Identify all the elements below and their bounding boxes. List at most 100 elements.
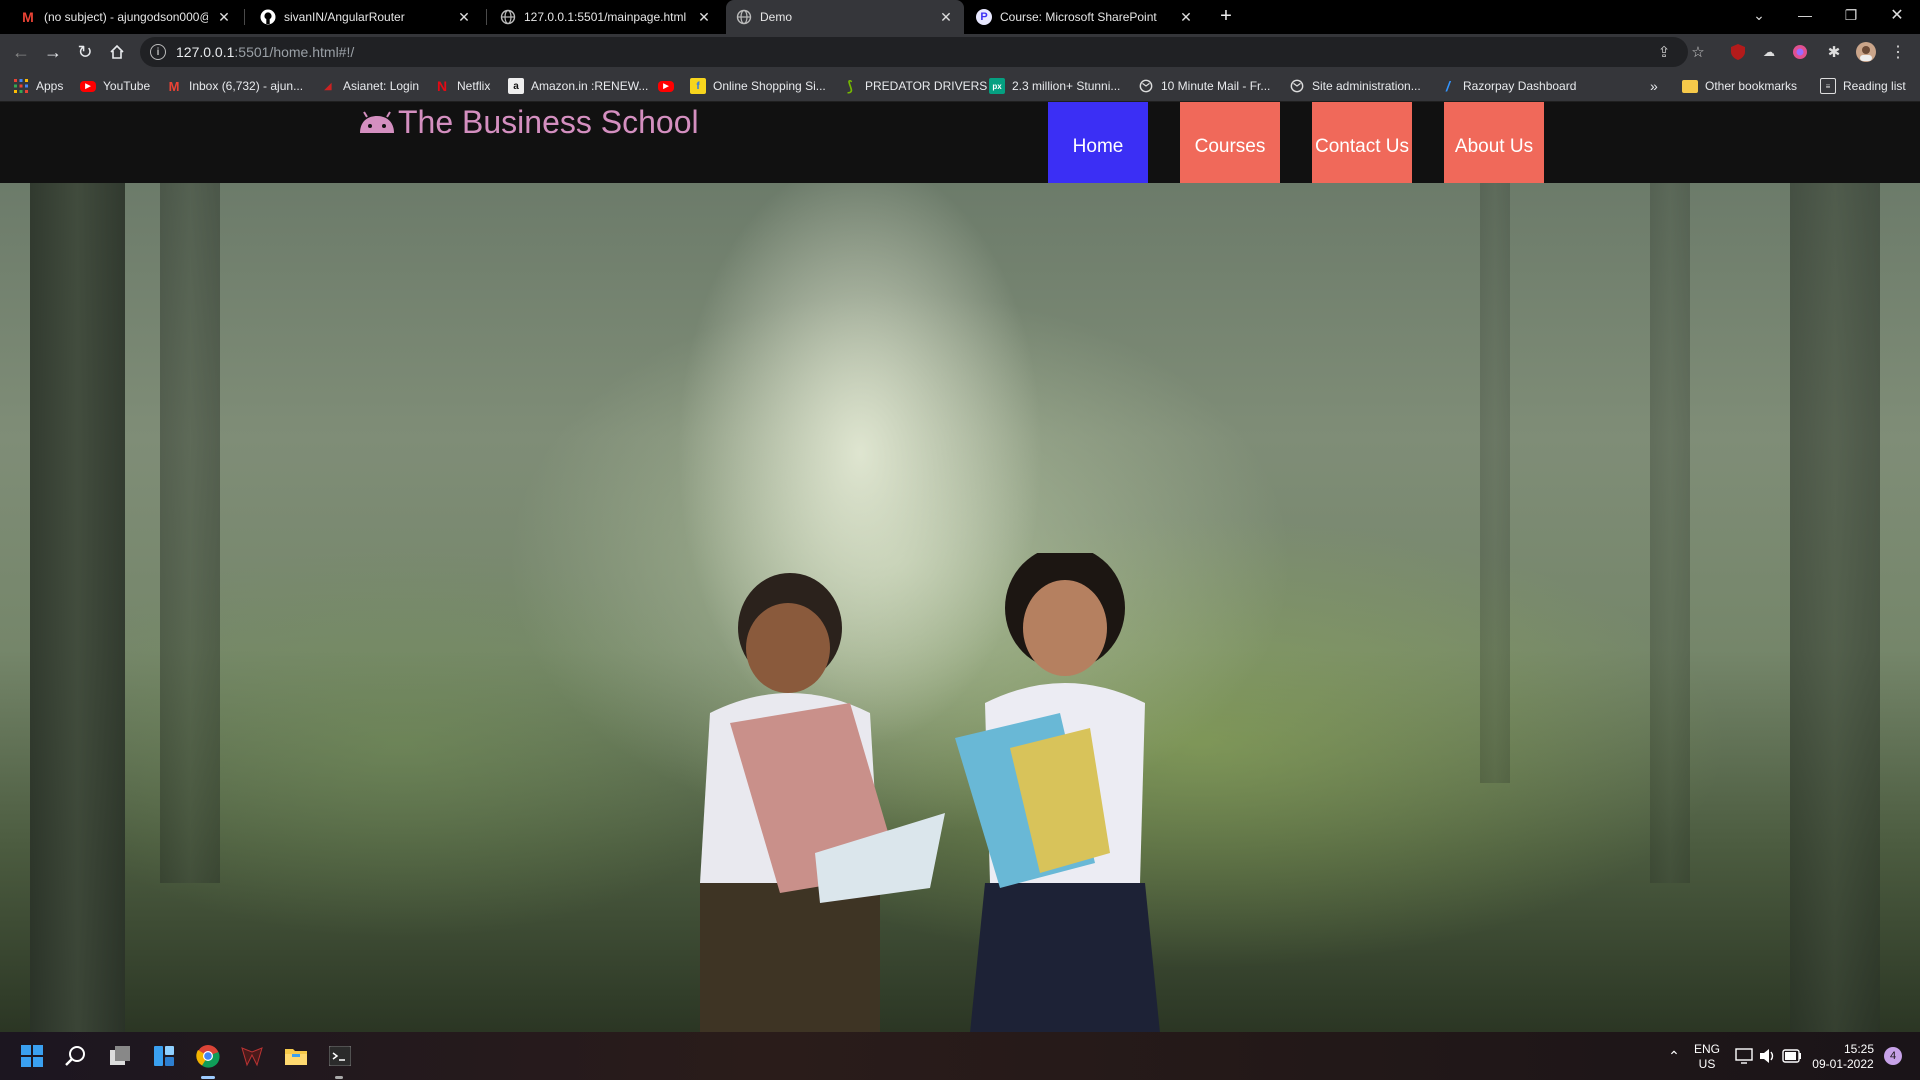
- address-bar[interactable]: i 127.0.0.1:5501/home.html#!/: [140, 37, 1688, 67]
- close-icon[interactable]: ✕: [1178, 9, 1194, 25]
- extensions-puzzle-icon[interactable]: ✱: [1824, 42, 1844, 62]
- widgets-icon[interactable]: [148, 1040, 180, 1072]
- chrome-icon[interactable]: [192, 1040, 224, 1072]
- nav-courses[interactable]: Courses: [1180, 102, 1280, 192]
- bookmark-label: YouTube: [103, 79, 151, 93]
- other-bookmarks[interactable]: Other bookmarks: [1682, 76, 1797, 96]
- github-icon: [260, 9, 276, 25]
- tab-demo[interactable]: Demo ✕: [726, 0, 964, 34]
- clock[interactable]: 15:25 09-01-2022: [1808, 1042, 1878, 1072]
- close-icon[interactable]: ✕: [938, 9, 954, 25]
- netflix-icon: N: [436, 78, 448, 94]
- url-text: 127.0.0.1:5501/home.html#!/: [176, 44, 355, 60]
- nav-home[interactable]: Home: [1048, 102, 1148, 192]
- hero-image: [0, 183, 1920, 1032]
- language-indicator[interactable]: ENG US: [1692, 1042, 1722, 1072]
- globe-icon: [1138, 78, 1154, 94]
- bookmark-asianet[interactable]: ◢ Asianet: Login: [320, 76, 420, 96]
- bookmark-razorpay[interactable]: / Razorpay Dashboard: [1440, 76, 1576, 96]
- bookmark-star-icon[interactable]: ☆: [1686, 40, 1710, 64]
- bookmark-apps[interactable]: Apps: [13, 76, 63, 96]
- bookmark-label: Asianet: Login: [343, 79, 420, 93]
- bookmark-pexels[interactable]: px 2.3 million+ Stunni...: [989, 76, 1120, 96]
- ublock-extension-icon[interactable]: [1728, 42, 1748, 62]
- nav-about-us[interactable]: About Us: [1444, 102, 1544, 192]
- windows-start-icon[interactable]: [16, 1040, 48, 1072]
- predator-sense-icon[interactable]: [236, 1040, 268, 1072]
- file-explorer-icon[interactable]: [280, 1040, 312, 1072]
- windows-taskbar: ⌃ ENG US 15:25 09-01-2022 4: [0, 1032, 1920, 1080]
- bookmarks-bar: Apps ▶ YouTube M Inbox (6,732) - ajun...…: [0, 70, 1920, 102]
- amazon-icon: a: [508, 78, 524, 94]
- tab-strip: M (no subject) - ajungodson000@g ✕ sivan…: [0, 0, 1920, 34]
- gmail-icon: M: [168, 78, 180, 94]
- youtube-icon: ▶: [658, 80, 674, 92]
- webpage: The Business School Home Courses Contact…: [0, 102, 1920, 1032]
- restore-button[interactable]: ❐: [1828, 0, 1874, 30]
- bookmark-flipkart[interactable]: f Online Shopping Si...: [690, 76, 826, 96]
- tab-title: 127.0.0.1:5501/mainpage.html: [524, 10, 687, 24]
- bookmark-predator[interactable]: ⟆ PREDATOR DRIVERS: [842, 76, 987, 96]
- reload-icon[interactable]: ↻: [73, 40, 97, 64]
- close-icon[interactable]: ✕: [216, 9, 232, 25]
- terminal-icon[interactable]: [324, 1040, 356, 1072]
- bookmark-label: Site administration...: [1312, 79, 1421, 93]
- children-reading-illustration: [700, 553, 1160, 1032]
- close-icon[interactable]: ✕: [696, 9, 712, 25]
- bookmark-site-admin[interactable]: Site administration...: [1289, 76, 1421, 96]
- tab-title: sivanIN/AngularRouter: [284, 10, 405, 24]
- bookmark-label: Reading list: [1843, 79, 1906, 93]
- minimize-button[interactable]: —: [1782, 0, 1828, 30]
- new-tab-button[interactable]: +: [1214, 4, 1238, 28]
- tab-sharepoint[interactable]: P Course: Microsoft SharePoint ✕: [966, 0, 1204, 34]
- close-icon[interactable]: ✕: [456, 9, 472, 25]
- reading-list[interactable]: ≡ Reading list: [1820, 76, 1906, 96]
- bookmark-label: Netflix: [457, 79, 491, 93]
- bookmark-netflix[interactable]: N Netflix: [434, 76, 490, 96]
- bookmark-inbox[interactable]: M Inbox (6,732) - ajun...: [166, 76, 304, 96]
- tab-title: Course: Microsoft SharePoint: [1000, 10, 1157, 24]
- chevron-up-icon[interactable]: ⌃: [1658, 1040, 1690, 1072]
- globe-icon: [736, 9, 752, 25]
- tab-mainpage[interactable]: 127.0.0.1:5501/mainpage.html ✕: [490, 0, 722, 34]
- window-close-button[interactable]: ✕: [1874, 0, 1920, 30]
- bookmark-label: PREDATOR DRIVERS: [865, 79, 988, 93]
- bookmark-label: 10 Minute Mail - Fr...: [1161, 79, 1271, 93]
- language-code: ENG: [1693, 1042, 1720, 1056]
- tab-search-icon[interactable]: ⌄: [1736, 0, 1782, 30]
- search-icon[interactable]: [60, 1040, 92, 1072]
- home-icon[interactable]: [105, 40, 129, 64]
- bookmark-youtube[interactable]: ▶ YouTube: [80, 76, 150, 96]
- brand[interactable]: The Business School: [358, 104, 699, 141]
- tab-github[interactable]: sivanIN/AngularRouter ✕: [250, 0, 482, 34]
- brand-name: The Business School: [398, 104, 699, 140]
- share-icon[interactable]: ⇪: [1652, 40, 1676, 64]
- profile-avatar[interactable]: [1856, 42, 1876, 62]
- battery-icon[interactable]: [1776, 1040, 1808, 1072]
- forward-arrow-icon[interactable]: →: [41, 40, 65, 64]
- nvidia-icon: ⟆: [847, 77, 853, 94]
- back-arrow-icon[interactable]: ←: [9, 40, 33, 64]
- bookmark-10minutemail[interactable]: 10 Minute Mail - Fr...: [1138, 76, 1270, 96]
- bookmark-youtube-2[interactable]: ▶: [658, 76, 681, 96]
- folder-icon: [1682, 79, 1698, 93]
- clock-time: 15:25: [1843, 1042, 1874, 1056]
- nav-contact-us[interactable]: Contact Us: [1312, 102, 1412, 192]
- bookmarks-overflow-button[interactable]: »: [1650, 76, 1658, 96]
- site-info-icon[interactable]: i: [150, 44, 166, 60]
- color-extension-icon[interactable]: [1790, 42, 1810, 62]
- tab-gmail[interactable]: M (no subject) - ajungodson000@g ✕: [10, 0, 242, 34]
- notification-badge[interactable]: 4: [1884, 1047, 1902, 1065]
- cloud-extension-icon[interactable]: ☁: [1759, 42, 1779, 62]
- flipkart-icon: f: [690, 78, 706, 94]
- task-view-icon[interactable]: [104, 1040, 136, 1072]
- region-code: US: [1698, 1057, 1716, 1071]
- menu-kebab-icon[interactable]: ⋮: [1888, 42, 1908, 62]
- bookmark-label: Inbox (6,732) - ajun...: [189, 79, 304, 93]
- bookmark-label: Amazon.in :RENEW...: [531, 79, 649, 93]
- browser-toolbar: ← → ↻ i 127.0.0.1:5501/home.html#!/ ⇪ ☆ …: [0, 34, 1920, 70]
- razorpay-icon: /: [1446, 78, 1450, 94]
- android-logo-icon: [360, 110, 394, 133]
- bookmark-amazon[interactable]: a Amazon.in :RENEW...: [508, 76, 648, 96]
- bookmark-label: Online Shopping Si...: [713, 79, 826, 93]
